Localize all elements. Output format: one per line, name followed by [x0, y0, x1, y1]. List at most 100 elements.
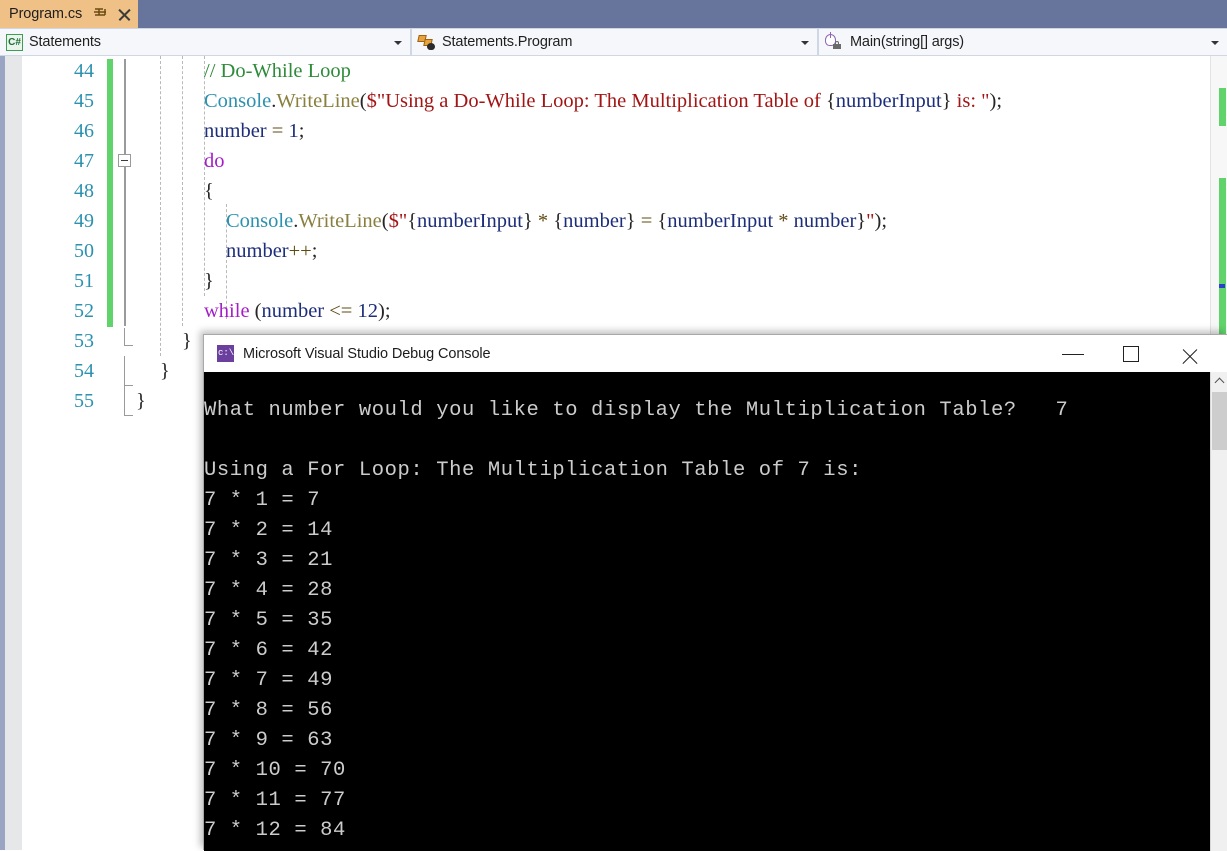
scroll-up-icon[interactable]: [1211, 372, 1227, 389]
code-token: number: [793, 210, 857, 232]
line-number-gutter: 44 45 46 47 48 49 50 51 52 53 54 55: [22, 56, 98, 416]
line-number: 48: [74, 180, 94, 202]
code-token: *: [532, 210, 554, 232]
pin-icon[interactable]: [93, 6, 107, 22]
code-token: is: ": [951, 90, 990, 112]
code-token: WriteLine: [276, 90, 360, 112]
code-line: }: [182, 326, 192, 356]
code-line: do: [204, 146, 225, 176]
scrollbar-thumb[interactable]: [1212, 392, 1227, 450]
code-token: do: [204, 150, 225, 172]
code-token: }: [182, 330, 192, 352]
code-token: {: [825, 90, 836, 112]
line-number: 49: [74, 210, 94, 232]
code-token: ": [866, 210, 875, 232]
code-token: <=: [324, 300, 358, 322]
code-token: }: [522, 210, 533, 232]
code-token: );: [874, 210, 888, 232]
code-token: // Do-While Loop: [204, 60, 351, 82]
chevron-down-icon[interactable]: [1211, 41, 1219, 45]
line-number: 47: [74, 150, 94, 172]
code-token: ++: [288, 240, 312, 262]
code-token: numberInput: [835, 90, 942, 112]
code-line: }: [136, 386, 146, 416]
code-token: }: [204, 270, 214, 292]
minimize-button[interactable]: [1050, 335, 1096, 372]
code-line: Console.WriteLine($"Using a Do-While Loo…: [204, 86, 1002, 116]
navbar-member-dropdown[interactable]: Main(string[] args): [818, 28, 1227, 56]
console-title-bar[interactable]: Microsoft Visual Studio Debug Console: [204, 335, 1227, 372]
code-token: $": [388, 210, 408, 232]
indent-guide: [182, 56, 183, 326]
code-token: Console: [204, 90, 272, 112]
class-icon: [417, 34, 436, 51]
code-token: *: [773, 210, 794, 232]
code-token: 1: [288, 120, 299, 142]
navbar-type-dropdown[interactable]: Statements.Program: [411, 28, 818, 56]
code-token: =: [266, 120, 289, 142]
code-token: (: [249, 300, 262, 322]
code-token: {: [553, 210, 564, 232]
indent-guide: [160, 56, 161, 356]
console-output-text: What number would you like to display th…: [204, 398, 1069, 842]
code-token: }: [625, 210, 636, 232]
code-token: ;: [311, 240, 318, 262]
code-token: WriteLine: [298, 210, 382, 232]
outlining-collapse-toggle[interactable]: [118, 154, 131, 167]
line-number: 51: [74, 270, 94, 292]
close-icon[interactable]: [116, 6, 132, 22]
code-line: number = 1;: [204, 116, 304, 146]
code-line: }: [160, 356, 170, 386]
code-token: =: [635, 210, 658, 232]
line-number: 50: [74, 240, 94, 262]
outlining-bracket: [124, 328, 133, 346]
csharp-file-icon: C#: [6, 33, 23, 51]
code-line: number++;: [226, 236, 317, 266]
code-token: ;: [298, 120, 305, 142]
code-token: {: [407, 210, 418, 232]
code-token: {: [657, 210, 668, 232]
outlining-bracket: [124, 356, 133, 386]
document-tab-label: Program.cs: [9, 6, 83, 22]
code-line: Console.WriteLine($"{numberInput} * {num…: [226, 206, 887, 236]
console-vertical-scrollbar[interactable]: [1210, 372, 1227, 851]
line-number: 44: [74, 60, 94, 82]
code-token: number: [261, 300, 325, 322]
close-button[interactable]: [1167, 335, 1213, 372]
change-tracking-bar: [107, 59, 113, 327]
console-output-area[interactable]: What number would you like to display th…: [204, 372, 1210, 851]
chevron-down-icon[interactable]: [394, 41, 402, 45]
line-number: 46: [74, 120, 94, 142]
code-token: numberInput: [667, 210, 774, 232]
code-token: }: [160, 360, 170, 382]
tab-strip-background: [0, 0, 1227, 28]
outlining-margin-line: [124, 59, 126, 326]
code-token: );: [989, 90, 1003, 112]
code-token: while: [204, 300, 250, 322]
code-token: numberInput: [417, 210, 523, 232]
debug-console-window[interactable]: Microsoft Visual Studio Debug Console Wh…: [203, 334, 1227, 851]
code-token: (: [381, 210, 389, 232]
chevron-down-icon[interactable]: [801, 41, 809, 45]
outlining-bracket: [124, 386, 133, 416]
scrollbar-change-marker: [1219, 88, 1226, 126]
console-window-title: Microsoft Visual Studio Debug Console: [243, 345, 491, 362]
code-token: 12: [357, 300, 379, 322]
navbar-project-dropdown[interactable]: C# Statements: [0, 28, 411, 56]
line-number: 52: [74, 300, 94, 322]
code-token: {: [204, 180, 214, 202]
code-line: {: [204, 176, 214, 206]
code-token: }: [136, 390, 146, 412]
editor-left-edge: [0, 56, 5, 850]
code-token: }: [856, 210, 867, 232]
maximize-button[interactable]: [1108, 335, 1154, 372]
code-token: }: [941, 90, 952, 112]
scrollbar-caret-marker: [1219, 284, 1225, 288]
code-line: // Do-While Loop: [204, 56, 351, 86]
line-number: 53: [74, 330, 94, 352]
code-token: $"Using a Do-While Loop: The Multiplicat…: [366, 90, 826, 112]
code-token: number: [563, 210, 626, 232]
navbar-type-label: Statements.Program: [442, 34, 573, 50]
document-tab-program-cs[interactable]: Program.cs: [0, 0, 139, 28]
code-token: (: [359, 90, 367, 112]
